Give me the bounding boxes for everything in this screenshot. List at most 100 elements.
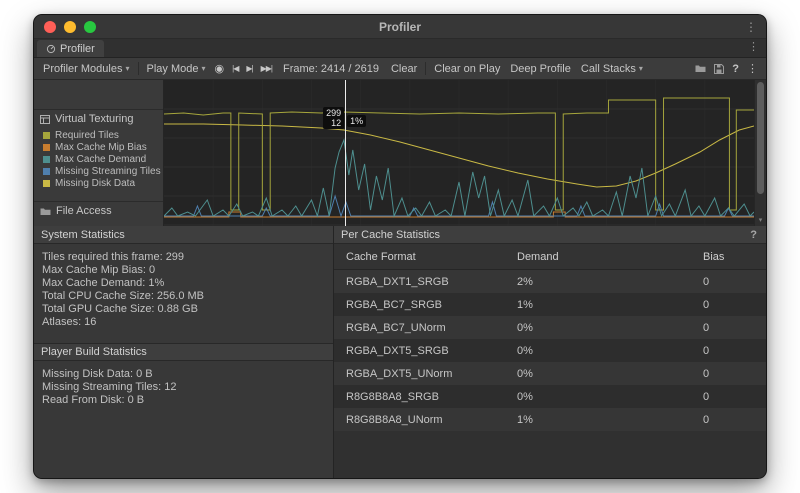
module-header-file-access[interactable]: File Access [34,202,163,219]
cache-table-header: Cache Format Demand Bias [334,244,766,270]
table-row[interactable]: RGBA_DXT1_SRGB2%0 [334,270,766,293]
clear-button[interactable]: Clear [386,58,422,79]
legend-item[interactable]: Missing Streaming Tiles [43,165,163,177]
scrollbar-down-icon[interactable]: ▾ [755,217,766,225]
cache-format-cell: RGBA_BC7_SRGB [334,299,517,311]
clear-on-play-toggle[interactable]: Clear on Play [429,58,505,79]
chart-region: Virtual Texturing Required TilesMax Cach… [34,80,766,226]
bias-cell: 0 [703,368,766,380]
profiler-window: Profiler ⋮ Profiler ⋮ Profiler Modules▾ … [33,14,767,479]
demand-cell: 0% [517,322,703,334]
legend-item[interactable]: Missing Disk Data [43,177,163,189]
per-cache-help-icon[interactable]: ? [748,229,759,241]
demand-cell: 0% [517,345,703,357]
tab-profiler[interactable]: Profiler [37,40,104,57]
legend-label: Missing Disk Data [55,178,135,189]
tab-bar: Profiler ⋮ [34,39,766,58]
save-icon [714,64,724,74]
table-row[interactable]: RGBA_DXT5_UNorm0%0 [334,362,766,385]
chart-scrollbar[interactable]: ▾ [754,80,766,226]
play-mode-dropdown[interactable]: Play Mode▾ [142,58,211,79]
call-stacks-dropdown[interactable]: Call Stacks▾ [576,58,648,79]
cache-table-body: RGBA_DXT1_SRGB2%0RGBA_BC7_SRGB1%0RGBA_BC… [334,270,766,431]
load-profile-button[interactable] [691,58,710,79]
toolbar-menu-icon[interactable]: ⋮ [743,58,762,79]
current-frame-button[interactable]: ▶▶| [257,58,276,79]
legend-item[interactable]: Required Tiles [43,129,163,141]
next-frame-icon: ▶| [246,64,252,73]
legend-swatch-icon [43,144,50,151]
table-row[interactable]: RGBA_BC7_SRGB1%0 [334,293,766,316]
per-cache-statistics-header: Per Cache Statistics ? [334,226,766,244]
cache-format-cell: RGBA_DXT5_UNorm [334,368,517,380]
close-button[interactable] [44,21,56,33]
legend-item[interactable]: Max Cache Mip Bias [43,141,163,153]
next-frame-button[interactable]: ▶| [242,58,256,79]
table-row[interactable]: RGBA_BC7_UNorm0%0 [334,316,766,339]
per-cache-statistics-panel: Per Cache Statistics ? Cache Format Dema… [334,226,766,478]
window-title: Profiler [34,15,766,39]
playhead-tooltip: 299 12 [323,107,344,129]
bias-cell: 0 [703,414,766,426]
stat-line: Total CPU Cache Size: 256.0 MB [42,290,325,303]
titlebar[interactable]: Profiler ⋮ [34,15,766,39]
table-row[interactable]: R8G8B8A8_SRGB0%0 [334,385,766,408]
traffic-lights [44,21,96,33]
help-icon[interactable]: ? [728,58,743,79]
playhead-missing-streaming: 12 [326,118,341,128]
file-access-folder-icon [40,207,51,216]
module-cell-virtual-texturing: Virtual Texturing Required TilesMax Cach… [34,110,163,202]
tab-menu-icon[interactable]: ⋮ [741,38,766,57]
toolbar-separator [138,62,139,75]
toolbar-separator [425,62,426,75]
module-sidebar: Virtual Texturing Required TilesMax Cach… [34,80,164,226]
profiler-modules-dropdown[interactable]: Profiler Modules▾ [38,58,135,79]
legend-label: Max Cache Demand [55,154,146,165]
system-statistics-header: System Statistics [34,226,333,244]
stat-line: Missing Disk Data: 0 B [42,368,325,381]
vt-legend: Required TilesMax Cache Mip BiasMax Cach… [34,129,163,189]
legend-label: Missing Streaming Tiles [55,166,161,177]
deep-profile-toggle[interactable]: Deep Profile [505,58,576,79]
player-build-statistics-body: Missing Disk Data: 0 BMissing Streaming … [34,361,333,414]
module-header-virtual-texturing[interactable]: Virtual Texturing [34,110,163,127]
record-icon: ◉ [215,62,225,75]
legend-item[interactable]: Max Cache Demand [43,153,163,165]
demand-cell: 0% [517,391,703,403]
tab-label: Profiler [60,43,95,55]
bias-cell: 0 [703,276,766,288]
column-bias: Bias [703,251,766,263]
scrollbar-thumb[interactable] [757,82,764,194]
legend-label: Max Cache Mip Bias [55,142,147,153]
minimize-button[interactable] [64,21,76,33]
profiler-chart[interactable]: 299 12 1% [164,80,754,226]
chevron-down-icon: ▾ [639,64,643,73]
cache-format-cell: R8G8B8A8_SRGB [334,391,517,403]
bias-cell: 0 [703,322,766,334]
save-profile-button[interactable] [710,58,728,79]
legend-swatch-icon [43,180,50,187]
bias-cell: 0 [703,391,766,403]
module-cell-file-access: File Access [34,202,163,226]
chevron-down-icon: ▾ [201,64,205,73]
fullscreen-button[interactable] [84,21,96,33]
module-cell-previous [34,80,163,110]
frame-counter: Frame: 2414 / 2619 [276,63,386,75]
profiler-toolbar: Profiler Modules▾ Play Mode▾ ◉ |◀ ▶| ▶▶|… [34,58,766,80]
bias-cell: 0 [703,345,766,357]
stat-line: Total GPU Cache Size: 0.88 GB [42,303,325,316]
stat-line: Read From Disk: 0 B [42,394,325,407]
cache-format-cell: RGBA_BC7_UNorm [334,322,517,334]
player-build-statistics-header: Player Build Statistics [34,343,333,361]
details-area: System Statistics Tiles required this fr… [34,226,766,478]
folder-icon [695,64,706,73]
cache-format-cell: R8G8B8A8_UNorm [334,414,517,426]
playhead-demand: 1% [347,115,366,127]
prev-frame-button[interactable]: |◀ [228,58,242,79]
record-button[interactable]: ◉ [211,58,229,79]
virtual-texturing-icon [40,115,50,124]
window-menu-icon[interactable]: ⋮ [745,15,757,39]
table-row[interactable]: R8G8B8A8_UNorm1%0 [334,408,766,431]
column-demand: Demand [517,251,703,263]
table-row[interactable]: RGBA_DXT5_SRGB0%0 [334,339,766,362]
